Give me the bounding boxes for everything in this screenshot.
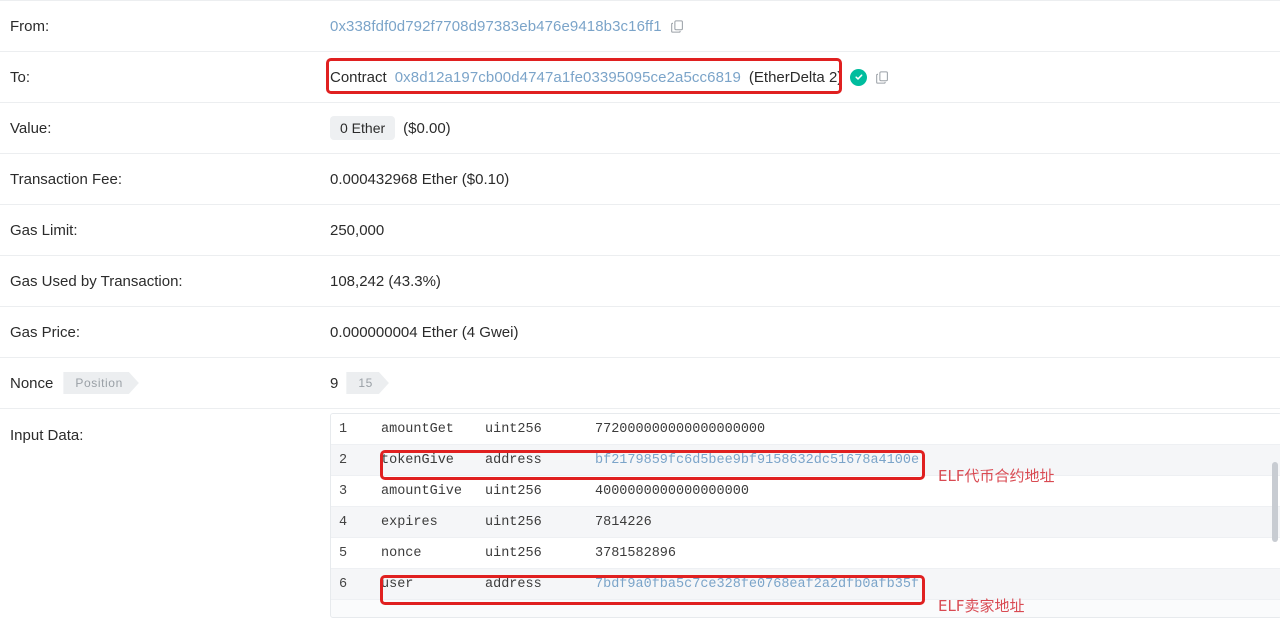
- input-data-row: 6 user address 7bdf9a0fba5c7ce328fe0768eaf2…: [331, 569, 1280, 600]
- position-value-tag: 15: [346, 372, 389, 394]
- from-address-link[interactable]: 0x338fdf0d792f7708d97383eb476e9418b3c16f…: [330, 18, 662, 35]
- input-data-line-number: 4: [339, 514, 348, 530]
- input-data-line-number: 1: [339, 421, 348, 437]
- row-from: From: 0x338fdf0d792f7708d97383eb476e9418…: [0, 0, 1280, 52]
- input-data-param-name: amountGive: [381, 483, 463, 499]
- value-fiat: ($0.00): [403, 119, 451, 137]
- input-data-param-name: amountGet: [381, 421, 454, 437]
- input-data-param-type: uint256: [485, 421, 542, 437]
- row-nonce-label-group: Nonce Position: [0, 372, 330, 394]
- row-gas-price: Gas Price: 0.000000004 Ether (4 Gwei): [0, 307, 1280, 358]
- input-data-row: 2 tokenGive address bf2179859fc6d5bee9bf915…: [331, 445, 1280, 476]
- row-transaction-fee: Transaction Fee: 0.000432968 Ether ($0.1…: [0, 154, 1280, 205]
- row-nonce: Nonce Position 9 15: [0, 358, 1280, 409]
- row-from-label: From:: [10, 17, 50, 35]
- input-data-param-type: uint256: [485, 545, 542, 561]
- row-gas-used-label: Gas Used by Transaction:: [10, 272, 183, 290]
- row-nonce-label: Nonce: [10, 374, 54, 392]
- input-data-address-link[interactable]: 7bdf9a0fba5c7ce328fe0768eaf2a2dfb0afb35f: [595, 577, 1280, 592]
- contract-prefix-label: Contract: [330, 68, 387, 86]
- row-gas-price-label: Gas Price:: [10, 323, 81, 341]
- transaction-details-table: From: 0x338fdf0d792f7708d97383eb476e9418…: [0, 0, 1280, 618]
- row-value-label: Value:: [10, 119, 52, 137]
- row-input-data: Input Data: 1 amountGet uint256 77200000000…: [0, 409, 1280, 618]
- input-data-param-type: address: [485, 576, 542, 592]
- row-value-content: 0 Ether ($0.00): [330, 116, 1280, 140]
- row-transaction-fee-value: 0.000432968 Ether ($0.10): [330, 170, 510, 188]
- input-data-param-type: address: [485, 452, 542, 468]
- position-tag: Position: [63, 372, 139, 394]
- input-data-param-value: 3781582896: [595, 545, 677, 561]
- input-data-param-value: 772000000000000000000: [595, 421, 766, 437]
- input-data-param-type: uint256: [485, 483, 542, 499]
- input-data-line-number: 5: [339, 545, 348, 561]
- input-data-param-name: expires: [381, 514, 438, 530]
- row-gas-limit: Gas Limit: 250,000: [0, 205, 1280, 256]
- input-data-param-value: 7814226: [595, 514, 652, 530]
- input-data-row: 4 expires uint256 7814226: [331, 507, 1280, 538]
- input-data-param-name: nonce: [381, 545, 422, 561]
- row-transaction-fee-label: Transaction Fee:: [10, 170, 122, 188]
- input-data-panel[interactable]: 1 amountGet uint256 772000000000000000000 2 t…: [330, 413, 1280, 618]
- row-gas-used: Gas Used by Transaction: 108,242 (43.3%): [0, 256, 1280, 307]
- input-data-line-number: 6: [339, 576, 348, 592]
- input-data-lines: 1 amountGet uint256 772000000000000000000 2 t…: [331, 414, 1280, 600]
- row-nonce-value-group: 9 15: [330, 372, 1280, 394]
- row-value: Value: 0 Ether ($0.00): [0, 103, 1280, 154]
- row-to-label: To:: [10, 68, 31, 86]
- input-data-line-number: 3: [339, 483, 348, 499]
- contract-name-tag: (EtherDelta 2): [748, 68, 843, 86]
- annotation-seller-address: ELF卖家地址: [938, 597, 1025, 615]
- row-gas-limit-label: Gas Limit:: [10, 221, 78, 239]
- nonce-value: 9: [330, 374, 339, 392]
- input-data-row: 1 amountGet uint256 772000000000000000000: [331, 414, 1280, 445]
- row-input-data-label: Input Data:: [10, 427, 84, 444]
- row-gas-used-value: 108,242 (43.3%): [330, 272, 441, 290]
- row-gas-price-value: 0.000000004 Ether (4 Gwei): [330, 323, 519, 341]
- input-data-line-number: 2: [339, 452, 348, 468]
- copy-icon[interactable]: [875, 70, 890, 85]
- value-ether-badge: 0 Ether: [330, 116, 396, 140]
- annotation-token-contract: ELF代币合约地址: [938, 467, 1055, 485]
- input-data-scrollbar[interactable]: [1272, 462, 1278, 542]
- row-from-value: 0x338fdf0d792f7708d97383eb476e9418b3c16f…: [330, 18, 1280, 35]
- row-gas-limit-value: 250,000: [330, 221, 385, 239]
- row-to-value: Contract 0x8d12a197cb00d4747a1fe03395095…: [330, 68, 1280, 86]
- input-data-param-name: user: [381, 576, 414, 592]
- row-to: To: Contract 0x8d12a197cb00d4747a1fe0339…: [0, 52, 1280, 103]
- input-data-param-name: tokenGive: [381, 452, 454, 468]
- input-data-row: 5 nonce uint256 3781582896: [331, 538, 1280, 569]
- input-data-param-type: uint256: [485, 514, 542, 530]
- to-contract-address-link[interactable]: 0x8d12a197cb00d4747a1fe03395095ce2a5cc68…: [395, 69, 741, 86]
- check-circle-icon: [850, 68, 868, 86]
- copy-icon[interactable]: [670, 19, 685, 34]
- input-data-row: 3 amountGive uint256 4000000000000000000: [331, 476, 1280, 507]
